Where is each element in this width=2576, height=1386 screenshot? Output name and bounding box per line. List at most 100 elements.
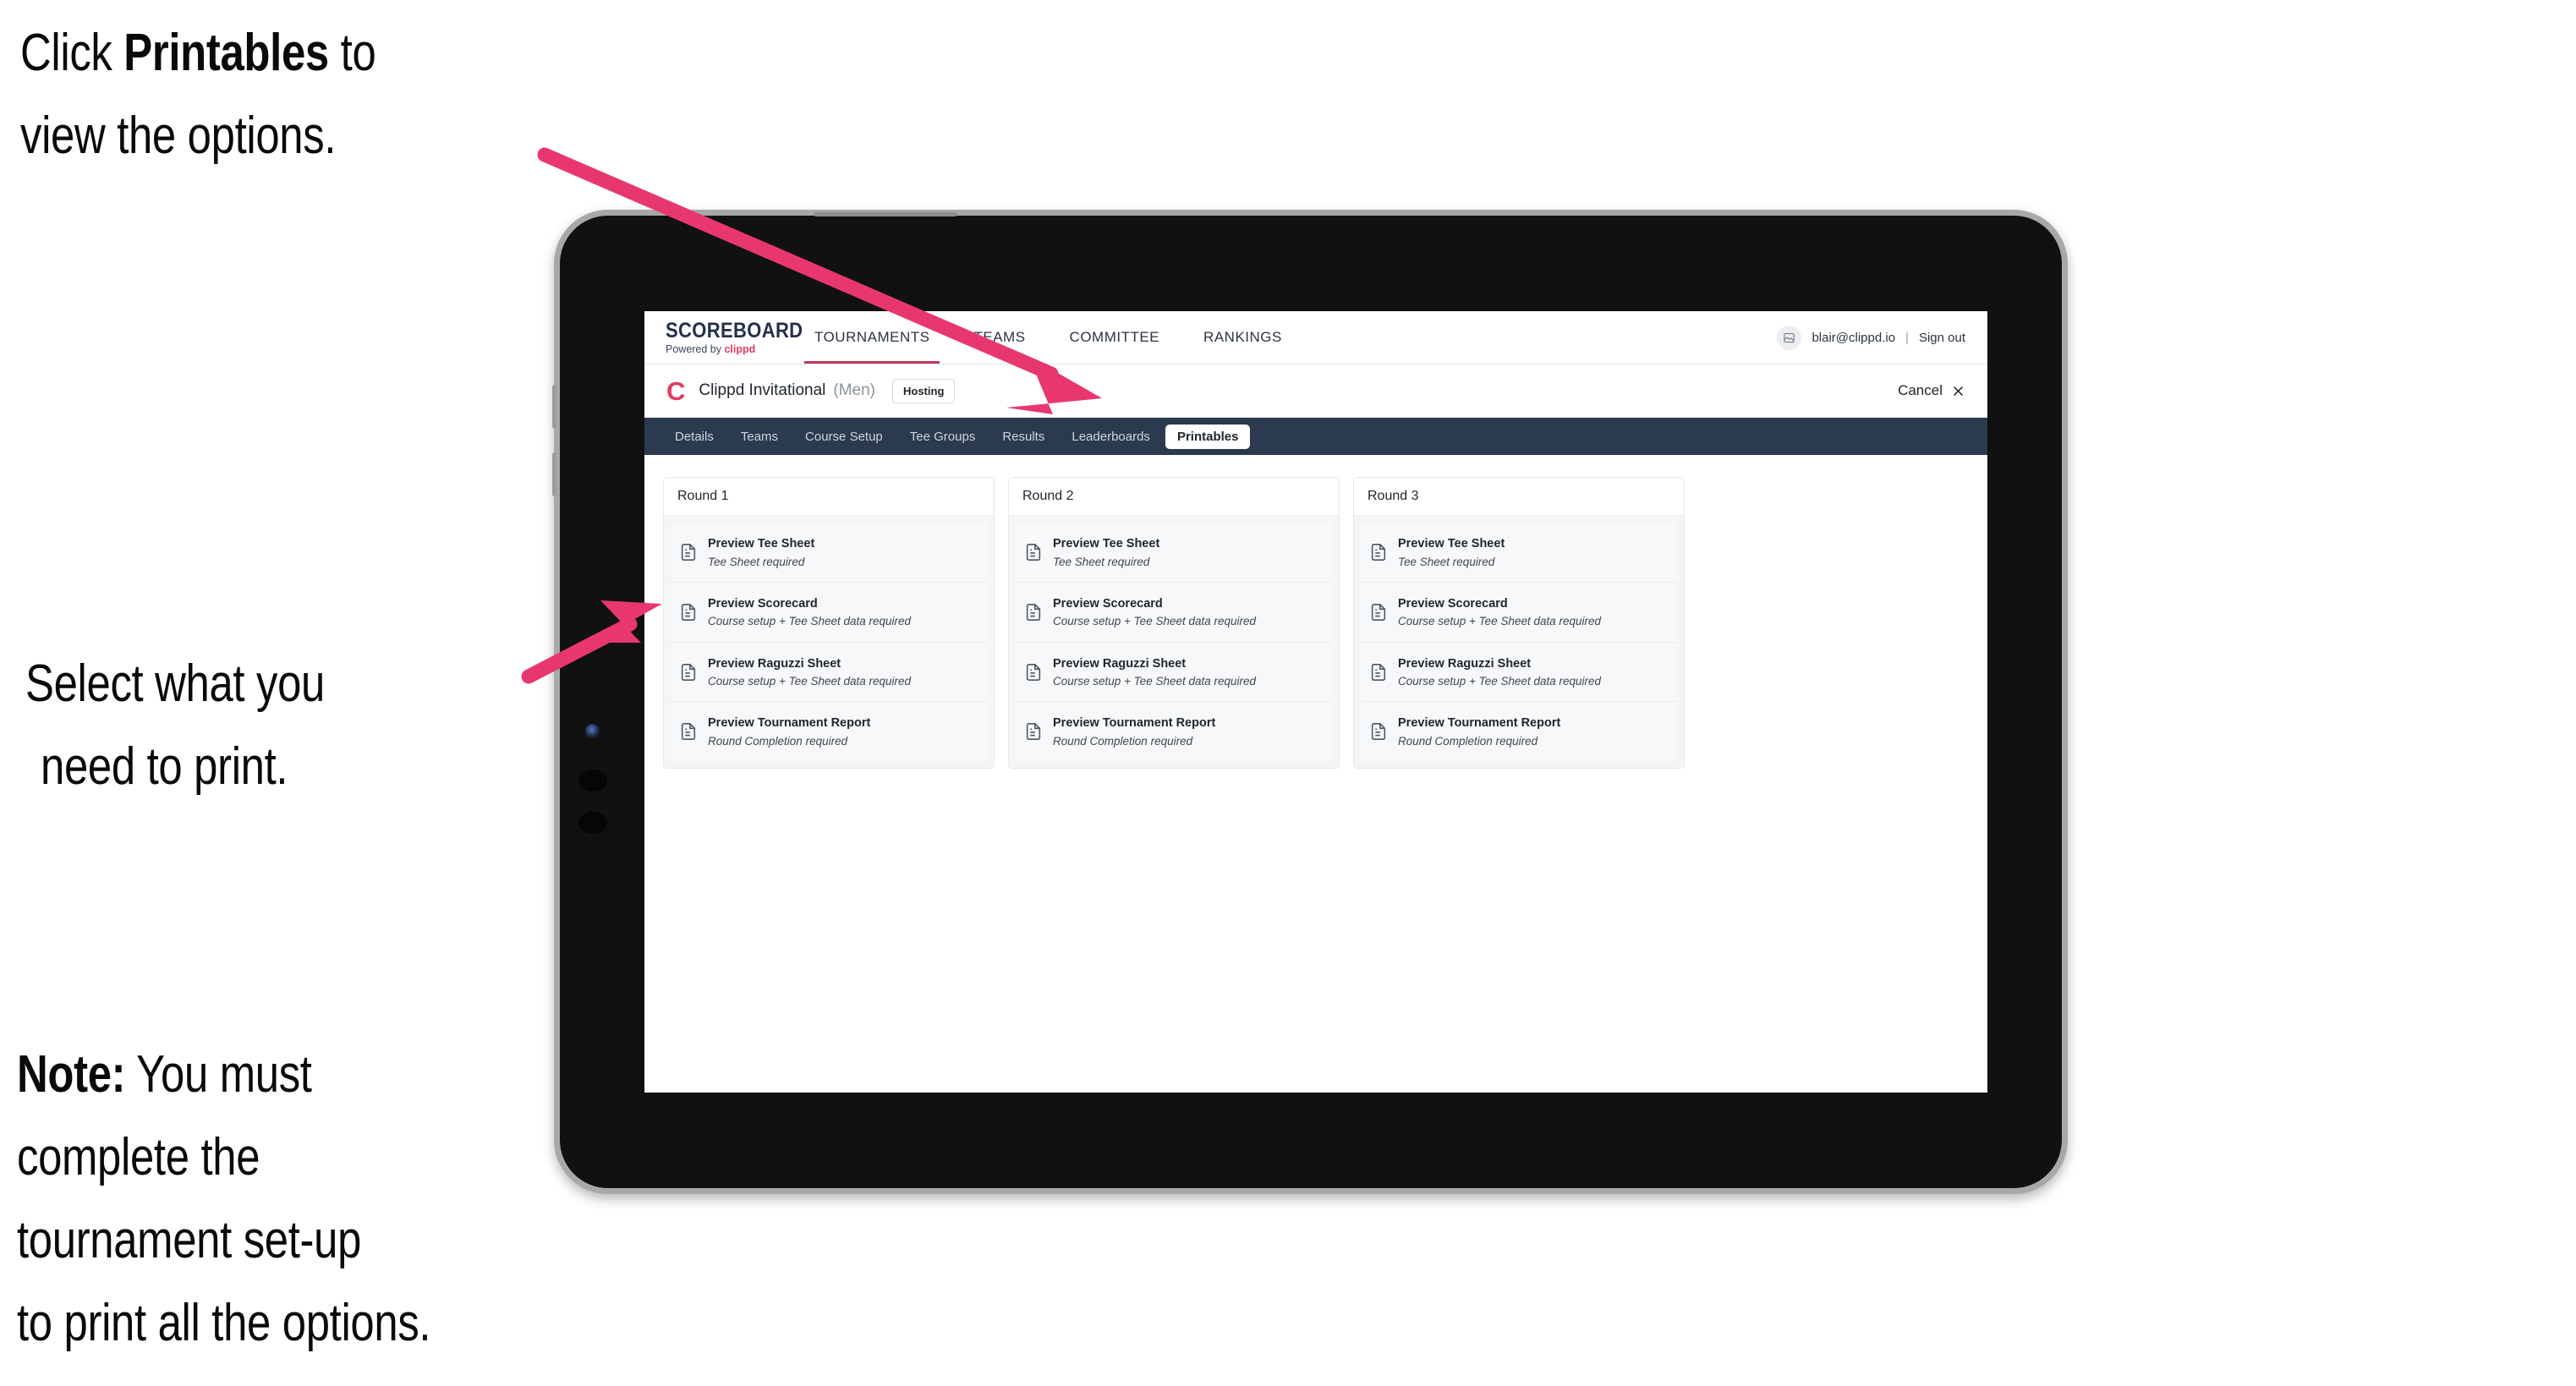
printable-text: Preview Tee Sheet Tee Sheet required: [708, 534, 814, 570]
status-badge[interactable]: Hosting: [892, 378, 956, 403]
callout-note: Note: You must complete the tournament s…: [17, 1033, 431, 1365]
speaker-grille: [814, 212, 957, 216]
nav-item-rankings[interactable]: RANKINGS: [1181, 311, 1304, 364]
printable-text: Preview Scorecard Course setup + Tee She…: [1398, 594, 1601, 630]
printable-row-tournament-report[interactable]: Preview Tournament Report Round Completi…: [1016, 702, 1332, 762]
printable-requirement: Round Completion required: [1398, 735, 1538, 748]
document-icon: [679, 543, 698, 562]
tab-teams[interactable]: Teams: [729, 425, 790, 449]
printable-row-scorecard[interactable]: Preview Scorecard Course setup + Tee She…: [1016, 582, 1332, 643]
printable-text: Preview Tournament Report Round Completi…: [708, 714, 870, 749]
callout-click-printables: Click Printables to view the options.: [20, 12, 376, 178]
printable-title: Preview Scorecard: [708, 596, 818, 611]
tab-details[interactable]: Details: [663, 425, 726, 449]
brand-sub-prefix: Powered by: [666, 342, 725, 355]
round-card-items: Preview Tee Sheet Tee Sheet required Pre…: [1009, 516, 1339, 769]
separator: |: [1905, 330, 1909, 345]
printable-text: Preview Raguzzi Sheet Course setup + Tee…: [708, 655, 911, 690]
nav-item-tournaments[interactable]: TOURNAMENTS: [792, 311, 951, 364]
printable-text: Preview Raguzzi Sheet Course setup + Tee…: [1053, 655, 1256, 690]
printable-requirement: Tee Sheet required: [708, 555, 805, 568]
round-card-items: Preview Tee Sheet Tee Sheet required Pre…: [1354, 516, 1684, 769]
printable-text: Preview Tournament Report Round Completi…: [1053, 714, 1215, 749]
printable-row-raguzzi-sheet[interactable]: Preview Raguzzi Sheet Course setup + Tee…: [1016, 642, 1332, 703]
printable-title: Preview Tournament Report: [1398, 716, 1561, 731]
printable-text: Preview Raguzzi Sheet Course setup + Tee…: [1398, 655, 1601, 690]
document-icon: [1369, 603, 1388, 622]
avatar[interactable]: [1777, 325, 1802, 350]
tab-tee-groups[interactable]: Tee Groups: [898, 425, 988, 449]
tournament-subheader: C Clippd Invitational (Men) Hosting Canc…: [644, 364, 1987, 418]
printable-requirement: Course setup + Tee Sheet data required: [708, 675, 912, 688]
printable-title: Preview Tournament Report: [708, 716, 871, 731]
printable-title: Preview Tournament Report: [1053, 716, 1216, 731]
bezel-sensor-upper: [578, 770, 607, 792]
clippd-wordmark: clippd: [724, 342, 756, 355]
document-icon: [1024, 722, 1043, 741]
printable-requirement: Round Completion required: [708, 735, 848, 748]
page-root: Click Printables to view the options. Se…: [0, 0, 2576, 1386]
document-icon: [679, 722, 698, 741]
nav-item-teams[interactable]: TEAMS: [951, 311, 1047, 364]
callout-1-bold: Printables: [123, 24, 329, 82]
callout-3-bold: Note:: [17, 1045, 126, 1104]
document-icon: [1369, 663, 1388, 682]
printable-title: Preview Scorecard: [1398, 596, 1508, 611]
cancel-label: Cancel: [1898, 382, 1943, 398]
tab-printables[interactable]: Printables: [1165, 424, 1251, 449]
printable-row-tournament-report[interactable]: Preview Tournament Report Round Completi…: [1361, 702, 1677, 762]
document-icon: [1369, 543, 1388, 562]
volume-up-button[interactable]: [552, 385, 556, 429]
document-icon: [679, 663, 698, 682]
account-area: blair@clippd.io | Sign out: [1777, 311, 1987, 364]
printable-row-tee-sheet[interactable]: Preview Tee Sheet Tee Sheet required: [1016, 523, 1332, 583]
printable-requirement: Course setup + Tee Sheet data required: [708, 615, 912, 628]
tournament-name: Clippd Invitational: [699, 381, 826, 399]
sign-out-button[interactable]: Sign out: [1919, 331, 1965, 345]
round-card-title: Round 3: [1354, 478, 1684, 516]
tab-leaderboards[interactable]: Leaderboards: [1060, 425, 1162, 449]
tab-course-setup[interactable]: Course Setup: [793, 425, 895, 449]
tournament-gender: (Men): [833, 381, 875, 399]
tab-results[interactable]: Results: [990, 425, 1056, 449]
close-icon: [1954, 386, 1963, 396]
printable-text: Preview Tournament Report Round Completi…: [1398, 714, 1560, 749]
printable-text: Preview Tee Sheet Tee Sheet required: [1053, 534, 1159, 570]
bezel-sensor-lower: [578, 812, 607, 834]
printable-row-raguzzi-sheet[interactable]: Preview Raguzzi Sheet Course setup + Tee…: [1361, 642, 1677, 703]
printable-title: Preview Raguzzi Sheet: [1053, 656, 1187, 671]
callout-2-line-2: need to print.: [41, 737, 288, 796]
nav-item-committee[interactable]: COMMITTEE: [1048, 311, 1182, 364]
tablet-device-frame: SCOREBOARD Powered by clippd TOURNAMENTS…: [552, 210, 2068, 1194]
printable-row-raguzzi-sheet[interactable]: Preview Raguzzi Sheet Course setup + Tee…: [671, 642, 987, 703]
printable-text: Preview Scorecard Course setup + Tee She…: [708, 594, 911, 630]
printable-requirement: Course setup + Tee Sheet data required: [1053, 615, 1257, 628]
round-card-2: Round 2 Preview Tee Sheet Tee Sheet requ…: [1008, 477, 1340, 770]
clippd-logo-icon: C: [666, 375, 686, 406]
round-card-1: Round 1 Preview Tee Sheet Tee Sheet requ…: [663, 477, 995, 770]
printable-title: Preview Raguzzi Sheet: [1398, 656, 1532, 671]
printable-title: Preview Raguzzi Sheet: [708, 656, 841, 671]
document-icon: [1024, 603, 1043, 622]
printable-requirement: Tee Sheet required: [1053, 555, 1150, 568]
user-image-icon: [1784, 332, 1795, 342]
printable-title: Preview Tee Sheet: [1053, 537, 1160, 551]
round-card-title: Round 1: [664, 478, 994, 516]
document-icon: [1369, 722, 1388, 741]
cancel-button[interactable]: Cancel: [1898, 382, 1965, 399]
user-email: blair@clippd.io: [1811, 330, 1896, 345]
round-card-3: Round 3 Preview Tee Sheet Tee Sheet requ…: [1353, 477, 1685, 770]
printable-row-scorecard[interactable]: Preview Scorecard Course setup + Tee She…: [1361, 582, 1677, 643]
volume-down-button[interactable]: [552, 452, 556, 496]
printable-requirement: Round Completion required: [1053, 735, 1193, 748]
document-icon: [679, 603, 698, 622]
printable-row-tee-sheet[interactable]: Preview Tee Sheet Tee Sheet required: [1361, 523, 1677, 583]
printable-row-scorecard[interactable]: Preview Scorecard Course setup + Tee She…: [671, 582, 987, 643]
printable-requirement: Tee Sheet required: [1398, 555, 1495, 568]
printable-text: Preview Tee Sheet Tee Sheet required: [1398, 534, 1504, 570]
brand-subtitle: Powered by clippd: [666, 344, 792, 355]
round-card-items: Preview Tee Sheet Tee Sheet required Pre…: [664, 516, 994, 769]
printable-row-tee-sheet[interactable]: Preview Tee Sheet Tee Sheet required: [671, 523, 987, 583]
printable-row-tournament-report[interactable]: Preview Tournament Report Round Completi…: [671, 702, 987, 762]
scoreboard-logo[interactable]: SCOREBOARD Powered by clippd: [644, 311, 803, 364]
